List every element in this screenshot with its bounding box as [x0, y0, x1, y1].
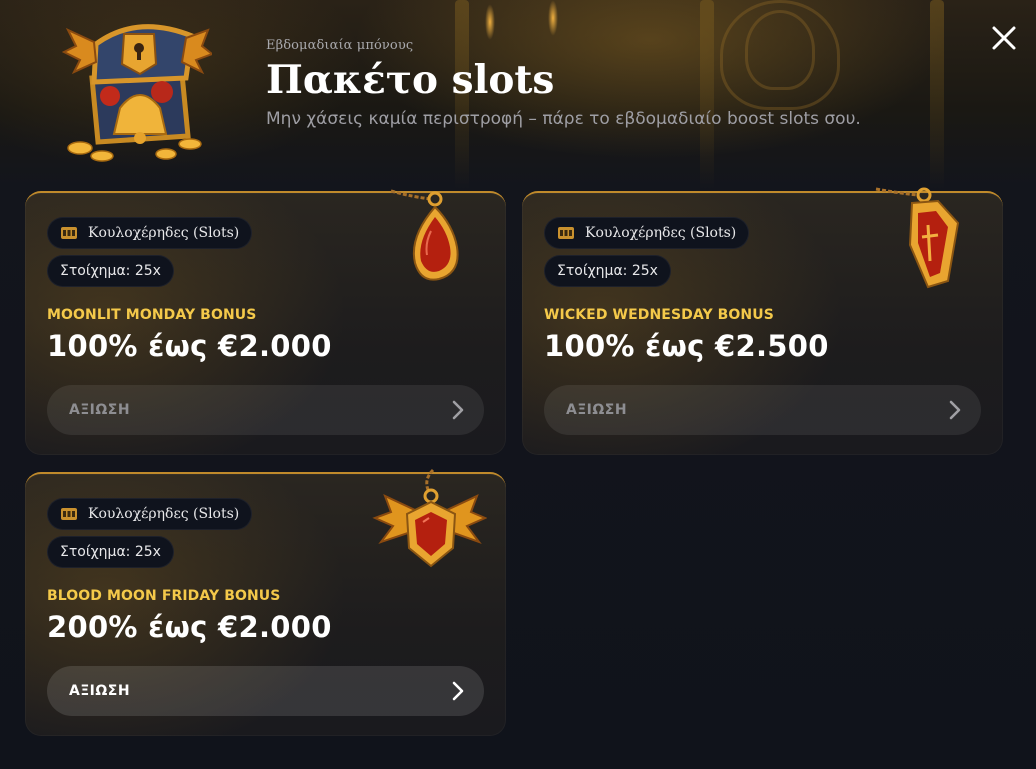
- slot-machine-icon: [61, 508, 77, 520]
- claim-button[interactable]: ΑΞΙΩΣΗ: [544, 385, 981, 435]
- close-icon: [992, 26, 1016, 50]
- bonus-card-friday: Κουλοχέρηδες (Slots) Στοίχημα: 25x BLOOD…: [25, 468, 506, 736]
- background-lamp: [485, 4, 495, 40]
- category-badge: Κουλοχέρηδες (Slots): [47, 217, 253, 249]
- background-pillar: [930, 0, 944, 190]
- teardrop-amulet-icon: [390, 189, 459, 281]
- page-subtitle: Μην χάσεις καμία περιστροφή – πάρε το εβ…: [266, 109, 861, 129]
- category-badge: Κουλοχέρηδες (Slots): [47, 498, 253, 530]
- claim-button[interactable]: ΑΞΙΩΣΗ: [47, 666, 484, 716]
- wager-badge: Στοίχημα: 25x: [47, 255, 174, 287]
- category-label: Κουλοχέρηδες (Slots): [88, 506, 240, 522]
- bonus-name: MOONLIT MONDAY BONUS: [47, 307, 257, 323]
- slot-machine-icon: [61, 227, 77, 239]
- chevron-right-icon: [452, 400, 464, 420]
- promo-header: Εβδομαδιαία μπόνους Πακέτο slots Μην χάσ…: [266, 38, 861, 129]
- wager-badge: Στοίχημα: 25x: [47, 536, 174, 568]
- wager-badge: Στοίχημα: 25x: [544, 255, 671, 287]
- claim-label: ΑΞΙΩΣΗ: [69, 683, 131, 699]
- bonus-amount: 200% έως €2.000: [47, 610, 332, 644]
- claim-button[interactable]: ΑΞΙΩΣΗ: [47, 385, 484, 435]
- claim-label: ΑΞΙΩΣΗ: [566, 402, 628, 418]
- bonus-amount: 100% έως €2.500: [544, 329, 829, 363]
- category-badge: Κουλοχέρηδες (Slots): [544, 217, 750, 249]
- treasure-chest-icon: [62, 24, 212, 162]
- close-button[interactable]: [986, 20, 1022, 56]
- bat-wing-amulet-icon: [372, 468, 487, 568]
- bonus-name: WICKED WEDNESDAY BONUS: [544, 307, 774, 323]
- category-label: Κουλοχέρηδες (Slots): [88, 225, 240, 241]
- bonus-card-monday: Κουλοχέρηδες (Slots) Στοίχημα: 25x MOONL…: [25, 189, 506, 455]
- bonus-name: BLOOD MOON FRIDAY BONUS: [47, 588, 281, 604]
- background-lamp: [548, 0, 558, 36]
- bonus-amount: 100% έως €2.000: [47, 329, 332, 363]
- chevron-right-icon: [452, 681, 464, 701]
- chevron-right-icon: [949, 400, 961, 420]
- category-label: Κουλοχέρηδες (Slots): [585, 225, 737, 241]
- slot-machine-icon: [558, 227, 574, 239]
- claim-label: ΑΞΙΩΣΗ: [69, 402, 131, 418]
- bonus-card-wednesday: Κουλοχέρηδες (Slots) Στοίχημα: 25x WICKE…: [522, 187, 1003, 455]
- eyebrow-label: Εβδομαδιαία μπόνους: [266, 38, 414, 53]
- coffin-amulet-icon: [875, 187, 960, 289]
- page-title: Πακέτο slots: [266, 57, 555, 103]
